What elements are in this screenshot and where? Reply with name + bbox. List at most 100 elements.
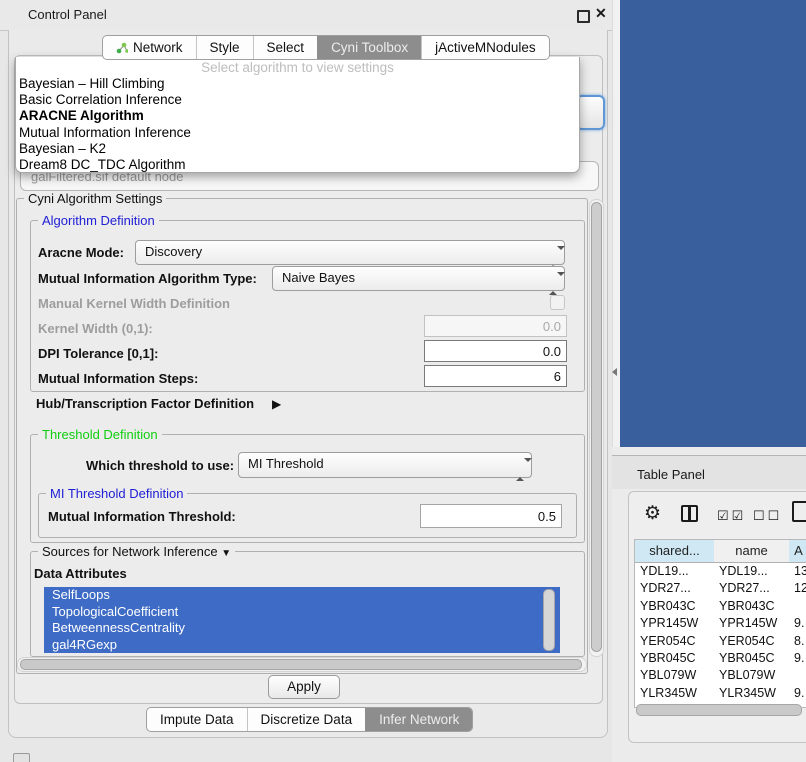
mi-steps-label: Mutual Information Steps: (38, 371, 198, 386)
deselect-all-columns-icon[interactable]: ☐☐ (753, 508, 782, 524)
algorithm-option-bayesian-k2[interactable]: Bayesian – K2 (16, 141, 579, 157)
export-table-icon[interactable] (792, 501, 806, 522)
close-icon[interactable]: ✕ (595, 5, 607, 22)
table-cell: YDR27... (714, 580, 794, 597)
algorithm-option-mutual-information-inference[interactable]: Mutual Information Inference (16, 125, 579, 141)
algorithm-option-bayesian-hill-climbing[interactable]: Bayesian – Hill Climbing (16, 76, 579, 92)
sources-title-text: Sources for Network Inference (42, 544, 218, 559)
table-row[interactable]: YPR145WYPR145W9. (635, 615, 806, 632)
table-cell: YER054C (714, 633, 794, 650)
tab-network[interactable]: Network (103, 36, 196, 59)
control-panel-tabbar: NetworkStyle Select Cyni Toolbox jActiveMNo… (102, 35, 550, 60)
settings-vertical-scrollbar[interactable] (589, 199, 604, 657)
attribute-item-gal4rgexp[interactable]: gal4RGexp (44, 637, 560, 654)
threshold-definition-title: Threshold Definition (38, 427, 162, 442)
tab-cyni-toolbox[interactable]: Cyni Toolbox (317, 36, 421, 59)
table-panel-titlebar: Table Panel (612, 455, 806, 489)
settings-horizontal-scrollbar-thumb[interactable] (20, 659, 582, 670)
stepper-arrows-icon (516, 459, 524, 471)
table-row[interactable]: YER054CYER054C8. (635, 633, 806, 650)
table-horizontal-scrollbar-thumb[interactable] (636, 704, 802, 716)
table-row[interactable]: YLR345WYLR345W9. (635, 685, 806, 702)
table-cell: 9. (789, 650, 806, 667)
table-cell: YPR145W (635, 615, 719, 632)
tab-infer-network[interactable]: Infer Network (365, 708, 472, 731)
tab-label: Impute Data (160, 708, 234, 731)
tab-impute-data[interactable]: Impute Data (147, 708, 247, 731)
aracne-mode-label: Aracne Mode: (38, 245, 124, 260)
gear-icon[interactable]: ⚙ (644, 502, 661, 525)
table-cell: 12 (789, 580, 806, 597)
algorithm-definition-title: Algorithm Definition (38, 213, 159, 228)
tab-jactivemnodules[interactable]: jActiveMNodules (421, 36, 549, 59)
tab-style[interactable]: Style (196, 36, 253, 59)
expanded-arrow-icon: ▼ (221, 548, 231, 559)
table-cell: YDL19... (714, 563, 794, 580)
stepper-arrows-icon (549, 273, 557, 285)
table-cell: YLR345W (714, 685, 794, 702)
tab-label: Select (267, 36, 305, 59)
collapsed-arrow-icon[interactable]: ▶ (272, 397, 281, 411)
divider-collapse-icon[interactable] (612, 368, 617, 376)
column-header-shared[interactable]: shared... (635, 540, 715, 563)
attribute-item-topologicalcoefficient[interactable]: TopologicalCoefficient (44, 604, 560, 621)
mi-threshold-value: 0.5 (538, 509, 556, 524)
table-row[interactable]: YDR27...YDR27...12 (635, 580, 806, 597)
settings-vertical-scrollbar-thumb[interactable] (591, 202, 602, 652)
algorithm-option-basic-correlation-inference[interactable]: Basic Correlation Inference (16, 92, 579, 108)
table-cell: YBR045C (635, 650, 719, 667)
select-all-columns-icon[interactable]: ☑☑ (717, 508, 746, 524)
mi-threshold-group-title: MI Threshold Definition (46, 486, 187, 501)
table-cell: YDL19... (635, 563, 719, 580)
settings-horizontal-scrollbar[interactable] (17, 657, 587, 672)
hub-section-label[interactable]: Hub/Transcription Factor Definition (36, 396, 254, 411)
mi-steps-field[interactable]: 6 (424, 365, 567, 387)
stepper-arrows-icon (549, 247, 557, 259)
mi-steps-value: 6 (554, 369, 561, 384)
tab-discretize-data[interactable]: Discretize Data (247, 708, 366, 731)
attributes-scrollbar-thumb[interactable] (543, 589, 555, 651)
tab-label: Cyni Toolbox (331, 36, 408, 59)
mi-threshold-label: Mutual Information Threshold: (48, 509, 236, 524)
table-row[interactable]: YBR043CYBR043C (635, 598, 806, 615)
table-cell: 9. (789, 615, 806, 632)
which-threshold-combo[interactable]: MI Threshold (238, 452, 532, 478)
dpi-tolerance-field[interactable]: 0.0 (424, 340, 567, 362)
node-table: shared...nameA YDL19...YDL19...13YDR27..… (634, 539, 806, 708)
aracne-mode-combo[interactable]: Discovery (135, 240, 565, 265)
which-threshold-label: Which threshold to use: (86, 458, 234, 473)
mi-algorithm-type-combo[interactable]: Naive Bayes (272, 266, 565, 291)
apply-button[interactable]: Apply (268, 675, 340, 699)
data-attributes-label: Data Attributes (34, 566, 127, 581)
which-threshold-value: MI Threshold (248, 453, 324, 475)
mi-algorithm-type-label: Mutual Information Algorithm Type: (38, 271, 257, 286)
application-window: Control Panel ✕ galFiltered.sif default … (0, 0, 806, 762)
attribute-item-selfloops[interactable]: SelfLoops (44, 587, 560, 604)
column-header-name[interactable]: name (714, 540, 790, 563)
dock-panel-icon[interactable] (13, 753, 30, 762)
table-row[interactable]: YBL079WYBL079W (635, 667, 806, 684)
manual-kernel-checkbox[interactable] (550, 295, 565, 310)
sources-group-title[interactable]: Sources for Network Inference ▼ (38, 544, 235, 559)
tab-label: Discretize Data (261, 708, 353, 731)
split-panel-icon[interactable] (681, 505, 698, 522)
float-panel-icon[interactable] (577, 10, 590, 23)
mi-threshold-field[interactable]: 0.5 (420, 504, 562, 528)
column-header-a[interactable]: A (789, 540, 806, 563)
kernel-width-field[interactable]: 0.0 (424, 315, 567, 337)
dpi-tolerance-value: 0.0 (543, 344, 561, 359)
attribute-item-betweennesscentrality[interactable]: BetweennessCentrality (44, 620, 560, 637)
inference-algorithm-combo-fragment[interactable] (576, 95, 605, 130)
cyni-algorithm-settings-title: Cyni Algorithm Settings (24, 191, 166, 206)
table-cell: 8. (789, 633, 806, 650)
table-panel-title: Table Panel (637, 467, 705, 482)
data-attributes-list: SelfLoopsTopologicalCoefficientBetweenne… (44, 587, 560, 653)
algorithm-option-aracne-algorithm[interactable]: ARACNE Algorithm (16, 108, 579, 124)
table-panel-body: ⚙ ☑☑ ☐☐ shared...nameA YDL19...YDL19...1… (628, 491, 806, 743)
table-row[interactable]: YBR045CYBR045C9. (635, 650, 806, 667)
algorithm-option-dream8-dc-tdc-algorithm[interactable]: Dream8 DC_TDC Algorithm (16, 157, 579, 173)
tab-select[interactable]: Select (253, 36, 318, 59)
tab-label: Infer Network (379, 708, 459, 731)
table-cell: YBR043C (714, 598, 794, 615)
table-row[interactable]: YDL19...YDL19...13 (635, 563, 806, 580)
